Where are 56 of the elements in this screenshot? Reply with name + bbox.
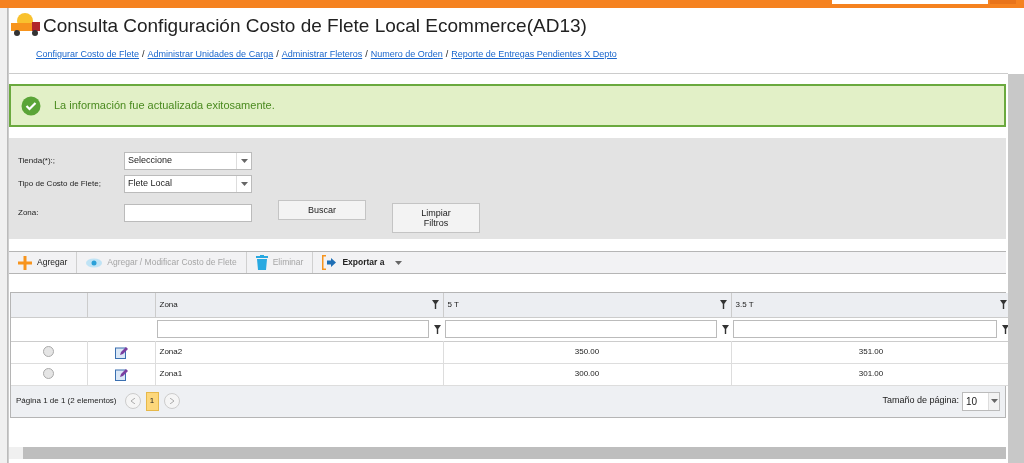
- radio-button[interactable]: [43, 368, 55, 380]
- filter-input[interactable]: [733, 320, 997, 338]
- plus-icon: [18, 255, 32, 270]
- filter-button[interactable]: Buscar: [278, 199, 366, 220]
- table-cell: Zona1: [155, 363, 443, 385]
- check-icon: [21, 95, 41, 116]
- caret-icon: [395, 260, 403, 265]
- previous-page-icon[interactable]: [124, 393, 141, 409]
- edit-icon[interactable]: [114, 367, 128, 381]
- edit-icon[interactable]: [114, 345, 128, 359]
- toolbar-button[interactable]: Exportar a: [312, 252, 412, 273]
- filter-icon[interactable]: [719, 300, 727, 310]
- filter-input[interactable]: [157, 320, 429, 338]
- breadcrumb-link[interactable]: Configurar Costo de Flete: [36, 49, 140, 59]
- field-label: Zona:: [18, 207, 40, 219]
- page-size-dropdown[interactable]: 10: [962, 391, 1000, 411]
- breadcrumb-link[interactable]: Reporte de Entregas Pendientes X Depto: [451, 49, 617, 59]
- input-field[interactable]: [124, 204, 252, 222]
- breadcrumb-link[interactable]: Administrar Unidades de Carga: [147, 49, 274, 59]
- caret-icon: [990, 399, 998, 403]
- search-field[interactable]: [832, 0, 988, 4]
- breadcrumb-link[interactable]: Numero de Orden: [370, 49, 443, 59]
- caret-icon: [240, 182, 248, 186]
- separator: /: [365, 49, 368, 59]
- filter-input[interactable]: [445, 320, 717, 338]
- separator: /: [276, 49, 279, 59]
- trash-icon: [255, 255, 268, 270]
- table-cell: 350.00: [443, 341, 731, 363]
- toolbar-button[interactable]: Agregar: [9, 252, 77, 273]
- side-panel-edge[interactable]: [0, 8, 8, 463]
- table-cell: Zona2: [155, 341, 443, 363]
- truck-icon: [11, 12, 41, 38]
- field-label: Tienda(*):;: [18, 155, 57, 167]
- vertical-scrollbar[interactable]: [1008, 74, 1024, 463]
- caret-icon: [240, 159, 248, 163]
- field-label: Tipo de Costo de Flete;: [18, 178, 102, 190]
- filter-icon[interactable]: [722, 324, 729, 334]
- radio-button[interactable]: [43, 346, 55, 358]
- dropdown[interactable]: Seleccione: [124, 152, 252, 170]
- table-cell: 300.00: [443, 363, 731, 385]
- filter-icon[interactable]: [431, 300, 439, 310]
- message-text: La información fue actualizada exitosamente.: [54, 98, 275, 114]
- separator: /: [445, 49, 449, 59]
- export-icon: [322, 255, 338, 270]
- page-title: Consulta Configuración Costo de Flete Local Ecommerce(AD13): [43, 15, 587, 35]
- pager-info: Página 1 de 1 (2 elementos): [16, 395, 117, 407]
- next-page-icon[interactable]: [163, 393, 180, 409]
- page-size-label: Tamaño de página:: [882, 394, 959, 408]
- filter-icon[interactable]: [434, 324, 441, 334]
- filter-button[interactable]: Limpiar Filtros: [392, 202, 480, 233]
- breadcrumb-link[interactable]: Administrar Fleteros: [281, 49, 363, 59]
- separator: /: [142, 49, 145, 59]
- page-button[interactable]: 1: [145, 391, 159, 411]
- eye-icon: [86, 257, 103, 268]
- dropdown[interactable]: Flete Local: [124, 175, 252, 193]
- horizontal-scrollbar[interactable]: [9, 447, 1006, 459]
